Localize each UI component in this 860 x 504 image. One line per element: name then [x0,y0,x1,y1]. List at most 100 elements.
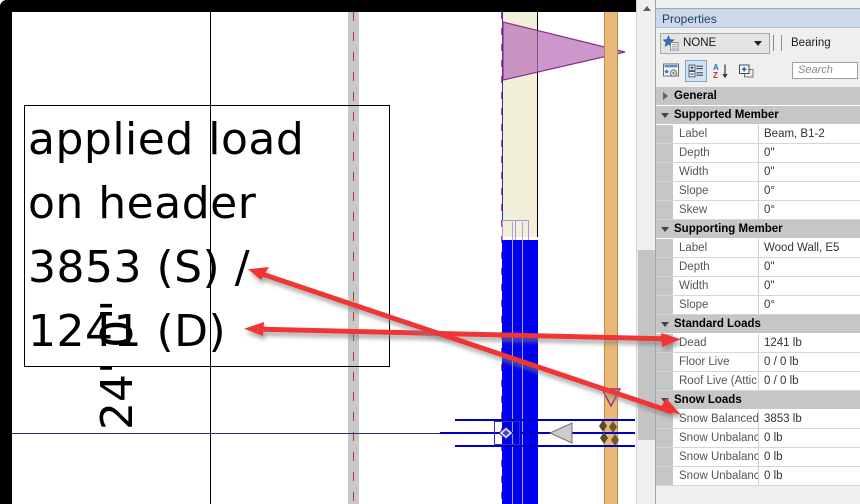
chevron-glyph [661,226,669,232]
beam-element[interactable] [502,240,538,504]
property-row[interactable]: Floor Live 0 / 0 lb [656,353,860,372]
search-placeholder: Search [798,64,833,76]
panel-splitter[interactable] [773,35,782,51]
property-value[interactable]: 0° [759,201,860,219]
application-window: applied load on header 3853 (S) / 1241 (… [0,0,860,504]
property-value[interactable]: 0" [759,144,860,162]
chevron-down-icon[interactable] [656,226,674,232]
cad-drawing-canvas[interactable]: applied load on header 3853 (S) / 1241 (… [0,0,636,504]
property-row-gutter [656,296,674,314]
property-name: Slope [674,182,759,200]
property-group-label: Supported Member [674,109,779,121]
property-row-gutter [656,201,674,219]
canvas-vertical-scrollbar[interactable] [636,0,656,504]
property-row[interactable]: Slope 0° [656,182,860,201]
window-frame-top [0,0,636,12]
beam-inner-line-b [522,222,523,504]
property-name: Width [674,163,759,181]
property-row[interactable]: Label Wood Wall, E5 [656,239,860,258]
bearing-reference-line [0,433,505,434]
property-row-gutter [656,372,674,390]
property-value[interactable]: 0 lb [759,467,860,485]
chevron-down-icon[interactable] [754,40,762,46]
property-value[interactable]: 0° [759,296,860,314]
property-row[interactable]: Depth 0" [656,258,860,277]
dimension-label: 24' 0" [92,299,143,430]
property-row-gutter [656,144,674,162]
property-value[interactable]: Beam, B1-2 [759,125,860,143]
property-row[interactable]: Snow Unbalanc 0 lb [656,467,860,486]
property-name: Floor Live [674,353,759,371]
property-row[interactable]: Skew 0° [656,201,860,220]
grip-diamond-icon[interactable] [498,426,514,440]
type-selector-value: NONE [683,37,717,49]
property-row-gutter [656,429,674,447]
property-group-label: General [674,90,717,102]
property-row[interactable]: Label Beam, B1-2 [656,125,860,144]
property-group-label: Snow Loads [674,394,742,406]
search-input[interactable]: Search [792,62,858,79]
property-group-supported-member[interactable]: Supported Member [656,106,860,125]
category-label: Bearing [791,37,831,49]
chevron-down-icon[interactable] [656,397,674,403]
scroll-up-button[interactable] [637,0,656,17]
property-value[interactable]: 0" [759,163,860,181]
property-row[interactable]: Snow Unbalanc 0 lb [656,448,860,467]
property-group-snow-loads[interactable]: Snow Loads [656,391,860,410]
sort-az-icon[interactable]: A Z [710,60,732,82]
property-value[interactable]: 0" [759,277,860,295]
property-group-general[interactable]: General [656,87,860,106]
chevron-glyph [662,92,668,100]
categorized-list-icon[interactable] [685,60,707,82]
property-row[interactable]: Dead 1241 lb [656,334,860,353]
property-row[interactable]: Snow Balanced 3853 lb [656,410,860,429]
property-value[interactable]: 0 / 0 lb [759,372,860,390]
property-row[interactable]: Width 0" [656,163,860,182]
property-row[interactable]: Depth 0" [656,144,860,163]
scrollbar-thumb[interactable] [638,250,655,440]
property-row-gutter [656,182,674,200]
chevron-glyph [661,112,669,118]
property-row[interactable]: Slope 0° [656,296,860,315]
bearing-marker-triangle [600,388,622,408]
svg-text:Z: Z [713,71,718,80]
edit-type-icon[interactable] [660,60,682,82]
property-name: Label [674,125,759,143]
property-value[interactable]: 0" [759,258,860,276]
properties-grid[interactable]: General Supported Member Label Beam, B1-2 De… [656,87,860,486]
properties-panel: Properties NONE Bearing A Z Search Gener… [655,0,860,504]
column-hatch-marks [599,420,619,446]
property-name: Snow Balanced [674,410,759,428]
property-name: Snow Unbalanc [674,429,759,447]
property-row-gutter [656,277,674,295]
chevron-glyph [661,397,669,403]
property-value[interactable]: 0° [759,182,860,200]
chevron-down-icon[interactable] [656,321,674,327]
property-row[interactable]: Snow Unbalanc 0 lb [656,429,860,448]
property-group-standard-loads[interactable]: Standard Loads [656,315,860,334]
property-name: Label [674,239,759,257]
property-value[interactable]: Wood Wall, E5 [759,239,860,257]
property-row-gutter [656,163,674,181]
property-row-gutter [656,239,674,257]
property-group-supporting-member[interactable]: Supporting Member [656,220,860,239]
property-row[interactable]: Width 0" [656,277,860,296]
property-value[interactable]: 1241 lb [759,334,860,352]
direction-arrow-icon [548,422,573,444]
property-name: Roof Live (Attic [674,372,759,390]
property-row-gutter [656,353,674,371]
property-value[interactable]: 0 lb [759,448,860,466]
chevron-down-icon[interactable] [656,112,674,118]
chevron-up-icon [642,6,651,11]
property-row-gutter [656,334,674,352]
chevron-right-icon[interactable] [656,92,674,100]
property-group-label: Standard Loads [674,318,761,330]
new-instance-icon[interactable] [735,60,757,82]
property-row[interactable]: Roof Live (Attic 0 / 0 lb [656,372,860,391]
property-row-gutter [656,410,674,428]
property-value[interactable]: 0 / 0 lb [759,353,860,371]
type-selector-combobox[interactable]: NONE [660,32,770,54]
property-value[interactable]: 0 lb [759,429,860,447]
property-value[interactable]: 3853 lb [759,410,860,428]
property-name: Snow Unbalanc [674,448,759,466]
